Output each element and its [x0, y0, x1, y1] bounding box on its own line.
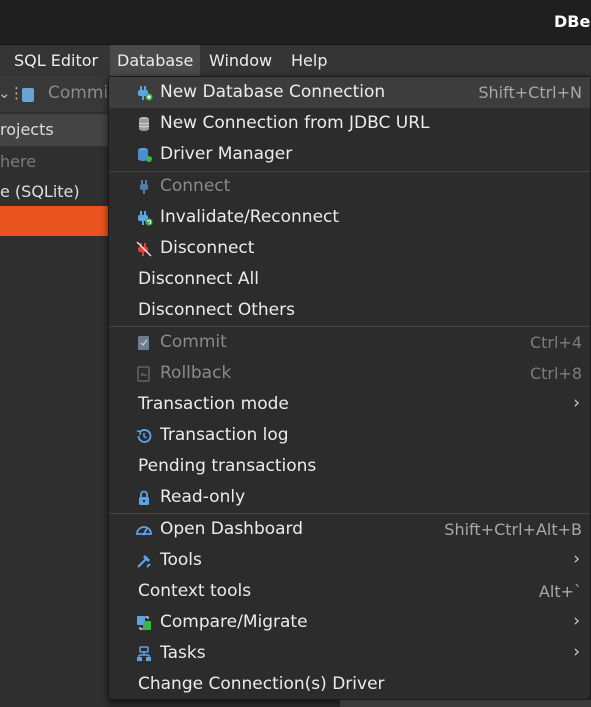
menu-item-new-database-connection[interactable]: New Database Connection Shift+Ctrl+N	[109, 77, 590, 108]
menu-item-commit[interactable]: Commit Ctrl+4	[109, 327, 590, 358]
menu-item-pending-transactions[interactable]: Pending transactions	[109, 451, 590, 482]
toolbar-commit-button[interactable]: Commit	[48, 83, 108, 103]
menu-item-label: Transaction mode	[138, 394, 289, 414]
menu-item-disconnect[interactable]: Disconnect	[109, 233, 590, 264]
menu-item-connect[interactable]: Connect	[109, 171, 590, 202]
menu-item-label: Change Connection(s) Driver	[138, 674, 385, 694]
menu-item-label: Tools	[160, 550, 202, 570]
app-title: DBe	[554, 12, 591, 31]
lock-icon	[139, 490, 149, 505]
menu-sql-editor[interactable]: SQL Editor	[7, 45, 105, 76]
menu-item-label: New Connection from JDBC URL	[160, 113, 430, 133]
tasks-icon	[137, 646, 151, 661]
menu-item-shortcut: Ctrl+8	[529, 364, 582, 383]
menu-database[interactable]: Database	[110, 45, 201, 76]
menu-window[interactable]: Window	[202, 45, 279, 76]
menu-item-tasks[interactable]: Tasks ›	[109, 638, 590, 669]
menu-item-label: Commit	[160, 332, 227, 352]
menu-item-disconnect-all[interactable]: Disconnect All	[109, 264, 590, 295]
selected-tree-item[interactable]	[0, 206, 108, 236]
new-connection-icon	[138, 86, 153, 101]
menu-item-open-dashboard[interactable]: Open Dashboard Shift+Ctrl+Alt+B	[109, 514, 590, 545]
title-bar: DBe	[0, 0, 591, 45]
projects-tab[interactable]: rojects	[0, 114, 108, 146]
database-navigator-pane: ⌄ ⋮ Commit rojects here e (SQLite)	[0, 76, 108, 707]
menu-item-new-connection-jdbc[interactable]: New Connection from JDBC URL	[109, 108, 590, 139]
menu-item-label: Context tools	[138, 581, 252, 601]
menu-bar: SQL Editor Database Window Help	[0, 45, 591, 76]
menu-item-tools[interactable]: Tools ›	[109, 545, 590, 576]
menu-item-label: Connect	[160, 176, 231, 196]
submenu-arrow-icon: ›	[573, 549, 580, 569]
compare-icon	[137, 616, 151, 630]
menu-item-transaction-mode[interactable]: Transaction mode ›	[109, 389, 590, 420]
menu-item-label: Rollback	[160, 363, 232, 383]
menu-item-shortcut: Alt+`	[538, 582, 582, 601]
submenu-arrow-icon: ›	[573, 642, 580, 662]
filter-input[interactable]: here	[0, 152, 36, 171]
menu-item-read-only[interactable]: Read-only	[109, 482, 590, 513]
driver-manager-icon	[138, 148, 152, 162]
menu-item-shortcut: Ctrl+4	[529, 333, 582, 352]
menu-item-label: Transaction log	[160, 425, 289, 445]
submenu-arrow-icon: ›	[573, 611, 580, 631]
menu-item-transaction-log[interactable]: Transaction log	[109, 420, 590, 451]
menu-item-shortcut: Shift+Ctrl+N	[478, 83, 582, 102]
disconnect-icon	[136, 241, 152, 257]
menu-item-driver-manager[interactable]: Driver Manager	[109, 139, 590, 170]
plug-icon	[140, 180, 148, 194]
menu-item-label: Compare/Migrate	[160, 612, 308, 632]
rollback-icon	[137, 366, 150, 382]
menu-item-label: Disconnect Others	[138, 300, 295, 320]
menu-item-label: Read-only	[160, 487, 246, 507]
menu-help[interactable]: Help	[284, 45, 334, 76]
background-status-strip	[340, 700, 591, 707]
menu-item-label: Disconnect All	[138, 269, 259, 289]
menu-item-label: Pending transactions	[138, 456, 317, 476]
menu-item-context-tools[interactable]: Context tools Alt+`	[109, 576, 590, 607]
reconnect-icon	[138, 211, 153, 226]
database-stack-icon	[138, 117, 150, 131]
menu-item-rollback[interactable]: Rollback Ctrl+8	[109, 358, 590, 389]
menu-item-compare-migrate[interactable]: Compare/Migrate ›	[109, 607, 590, 638]
menu-item-label: Invalidate/Reconnect	[160, 207, 340, 227]
dashboard-icon	[136, 526, 152, 536]
menu-item-change-connection-driver[interactable]: Change Connection(s) Driver	[109, 669, 590, 700]
history-icon	[136, 429, 152, 443]
database-menu: New Database Connection Shift+Ctrl+N New…	[108, 76, 591, 700]
tree-item-sqlite[interactable]: e (SQLite)	[0, 182, 80, 201]
tools-icon	[137, 555, 151, 568]
projects-tab-label: rojects	[0, 120, 54, 139]
commit-toolbar-icon[interactable]	[22, 88, 34, 102]
submenu-arrow-icon: ›	[573, 393, 580, 413]
commit-icon	[138, 336, 149, 350]
menu-item-disconnect-others[interactable]: Disconnect Others	[109, 295, 590, 326]
menu-item-shortcut: Shift+Ctrl+Alt+B	[444, 520, 582, 539]
menu-item-label: Disconnect	[160, 238, 255, 258]
navigator-toolbar: ⌄ ⋮ Commit	[0, 76, 108, 112]
menu-item-label: Driver Manager	[160, 144, 293, 164]
menu-item-label: Open Dashboard	[160, 519, 304, 539]
menu-item-label: Tasks	[160, 643, 206, 663]
menu-item-invalidate-reconnect[interactable]: Invalidate/Reconnect	[109, 202, 590, 233]
menu-item-label: New Database Connection	[160, 82, 386, 102]
